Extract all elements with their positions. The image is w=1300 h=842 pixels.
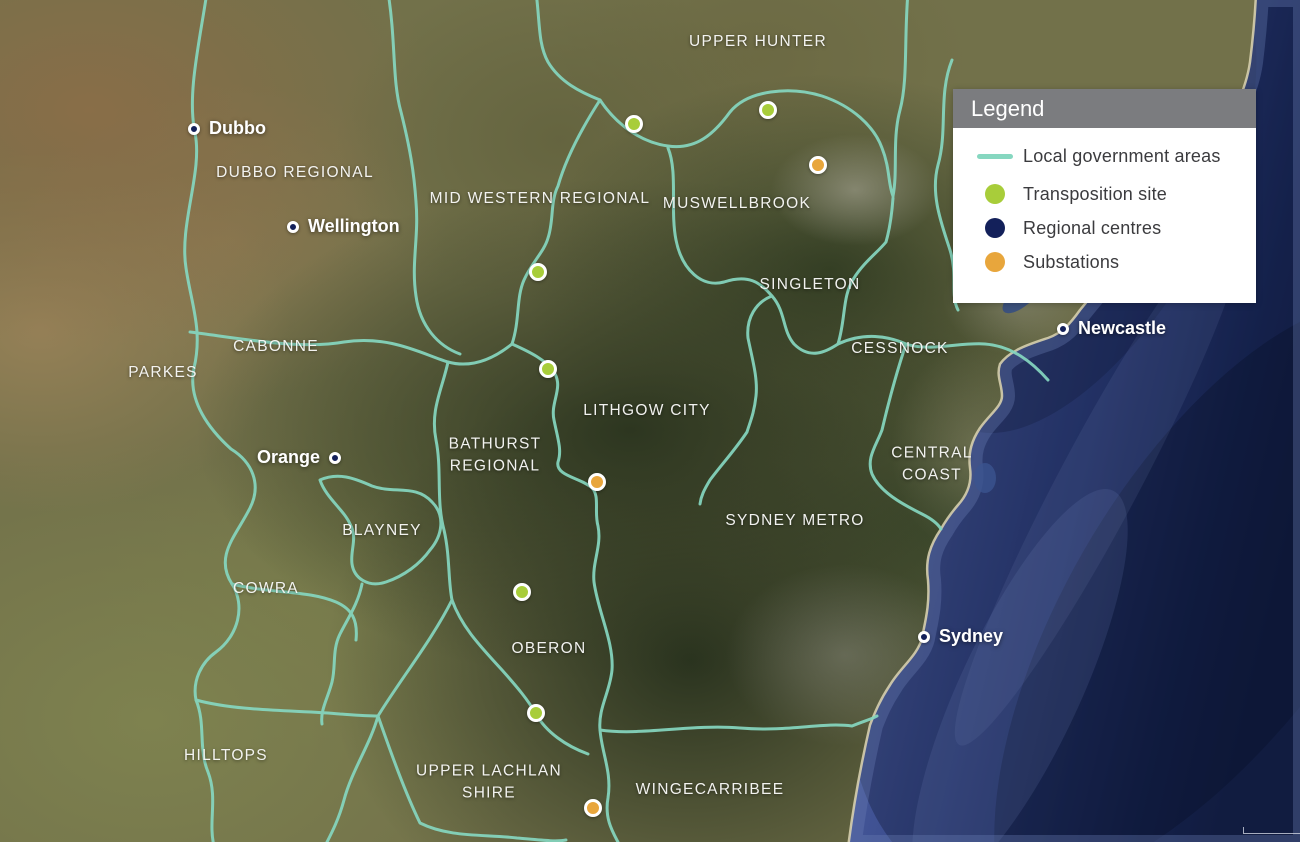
substation-marker[interactable]: [809, 156, 827, 174]
region-label-oberon: OBERON: [512, 638, 587, 660]
legend-item-label: Local government areas: [1023, 146, 1221, 167]
regional-centre-dot[interactable]: [287, 221, 299, 233]
region-label-singleton: SINGLETON: [760, 274, 861, 296]
region-label-upper-lachlan-shire: UPPER LACHLAN SHIRE: [416, 760, 562, 803]
legend-header: Legend: [953, 89, 1256, 128]
legend-title: Legend: [971, 96, 1044, 122]
regional-centre-dot[interactable]: [1057, 323, 1069, 335]
region-label-central-coast: CENTRAL COAST: [891, 442, 972, 485]
transposition-dot-swatch: [977, 184, 1013, 204]
legend-item-label: Transposition site: [1023, 184, 1167, 205]
regional-centre-label: Dubbo: [209, 118, 266, 139]
region-label-sydney-metro: SYDNEY METRO: [725, 510, 864, 532]
region-label-blayney: BLAYNEY: [342, 520, 421, 542]
transposition-site-marker[interactable]: [625, 115, 643, 133]
legend-item-regional-centres: Regional centres: [977, 211, 1256, 245]
transposition-site-marker[interactable]: [513, 583, 531, 601]
transposition-site-marker[interactable]: [527, 704, 545, 722]
region-label-parkes: PARKES: [128, 362, 198, 384]
regional-centre-dot[interactable]: [329, 452, 341, 464]
map-canvas[interactable]: UPPER HUNTER DUBBO REGIONAL MID WESTERN RE…: [0, 0, 1300, 842]
regional-centre-label: Orange: [257, 447, 320, 468]
regional-centre-label: Wellington: [308, 216, 400, 237]
region-label-hilltops: HILLTOPS: [184, 745, 268, 767]
legend-item-substations: Substations: [977, 245, 1256, 279]
legend-item-lga: Local government areas: [977, 139, 1256, 173]
legend-item-transposition-site: Transposition site: [977, 177, 1256, 211]
region-label-upper-hunter: UPPER HUNTER: [689, 31, 827, 53]
region-label-lithgow-city: LITHGOW CITY: [583, 400, 711, 422]
substation-dot-swatch: [977, 252, 1013, 272]
region-label-wingecarribee: WINGECARRIBEE: [636, 779, 785, 801]
map-scale-bar: [1243, 827, 1300, 834]
region-label-cessnock: CESSNOCK: [851, 338, 948, 360]
substation-marker[interactable]: [588, 473, 606, 491]
legend-item-label: Regional centres: [1023, 218, 1161, 239]
legend: Legend Local government areas Transposit…: [953, 89, 1256, 303]
region-label-mid-western-regional: MID WESTERN REGIONAL: [430, 188, 651, 210]
regional-centre-label: Newcastle: [1078, 318, 1166, 339]
regional-centre-dot-swatch: [977, 218, 1013, 238]
region-label-muswellbrook: MUSWELLBROOK: [663, 193, 811, 215]
legend-item-label: Substations: [1023, 252, 1119, 273]
region-label-cowra: COWRA: [233, 578, 299, 600]
transposition-site-marker[interactable]: [539, 360, 557, 378]
transposition-site-marker[interactable]: [759, 101, 777, 119]
substation-marker[interactable]: [584, 799, 602, 817]
lga-line-swatch: [977, 154, 1013, 159]
region-label-cabonne: CABONNE: [233, 336, 319, 358]
transposition-site-marker[interactable]: [529, 263, 547, 281]
legend-body: Local government areas Transposition sit…: [953, 128, 1256, 279]
regional-centre-dot[interactable]: [918, 631, 930, 643]
region-label-bathurst-regional: BATHURST REGIONAL: [449, 433, 542, 476]
regional-centre-dot[interactable]: [188, 123, 200, 135]
region-label-dubbo-regional: DUBBO REGIONAL: [216, 162, 374, 184]
regional-centre-label: Sydney: [939, 626, 1003, 647]
